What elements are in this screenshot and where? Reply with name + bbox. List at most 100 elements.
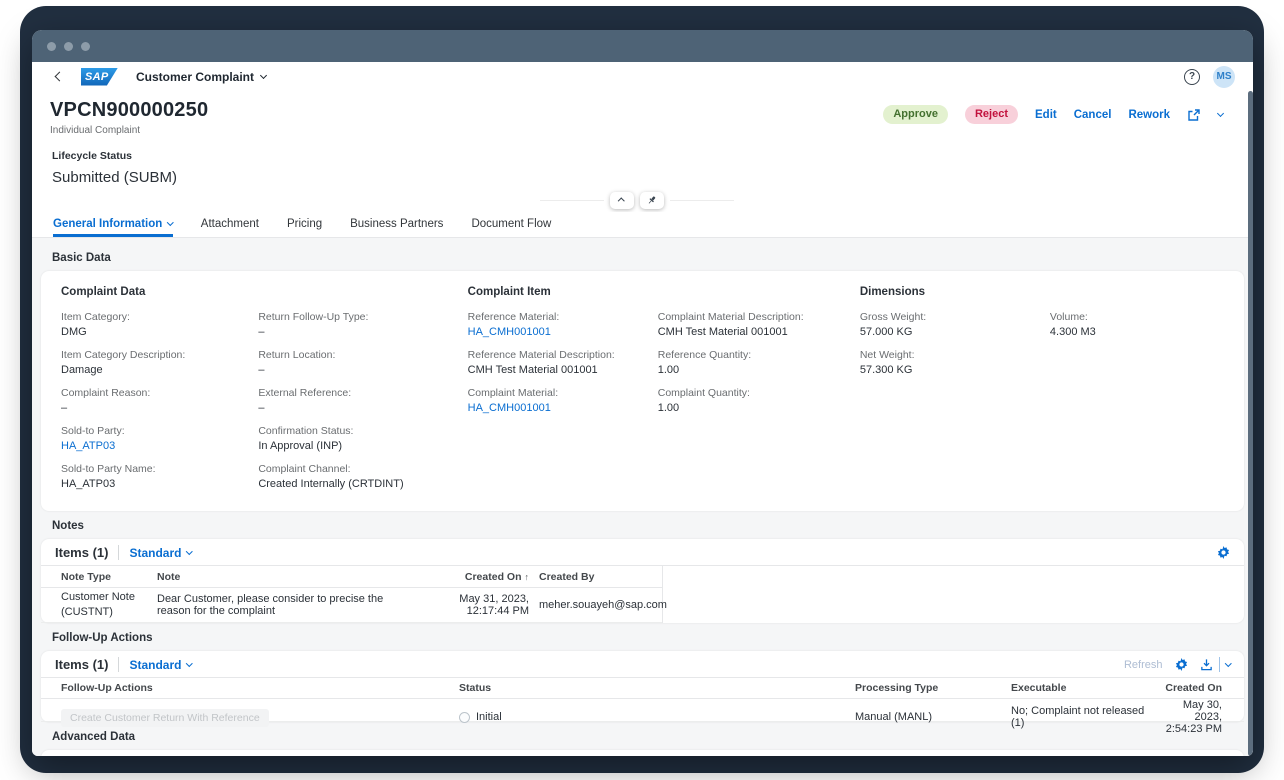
followup-card: Items (1) Standard Refresh [41,651,1244,722]
field-item-category-description: Item Category Description: Damage [61,349,240,376]
edit-button[interactable]: Edit [1035,109,1057,121]
group-complaint-data: Complaint Data Item Category: DMG Item C… [61,286,438,501]
traffic-light-maximize[interactable] [81,42,90,51]
column-header-note-type[interactable]: Note Type [61,571,147,583]
tab-pricing[interactable]: Pricing [287,218,322,237]
app-title-menu[interactable]: Customer Complaint [136,70,266,84]
column-header-note[interactable]: Note [157,571,407,583]
followup-settings-button[interactable] [1175,658,1188,671]
tab-label: Document Flow [471,218,551,230]
share-icon [1187,108,1201,122]
chevron-down-icon [187,660,193,666]
chevron-down-icon [260,71,267,78]
lifecycle-status-value: Submitted (SUBM) [52,169,1223,186]
basic-data-card: Complaint Data Item Category: DMG Item C… [41,271,1244,511]
group-title: Complaint Data [61,286,438,298]
help-button[interactable]: ? [1184,69,1200,85]
export-button[interactable] [1200,657,1231,672]
rework-button[interactable]: Rework [1128,109,1170,121]
create-customer-return-button[interactable]: Create Customer Return With Reference [61,709,269,727]
column-header-followup-actions[interactable]: Follow-Up Actions [61,682,451,694]
question-icon: ? [1189,71,1195,82]
section-title-notes: Notes [52,520,1244,532]
tab-attachment[interactable]: Attachment [201,218,259,237]
reference-material-link[interactable]: HA_CMH001001 [468,326,640,338]
tab-general-information[interactable]: General Information [53,218,173,237]
window-titlebar [32,30,1253,62]
status-cell-text: Initial [476,711,502,723]
collapse-header-button[interactable] [610,192,634,209]
traffic-light-minimize[interactable] [64,42,73,51]
share-button[interactable] [1187,108,1201,122]
field-net-weight: Net Weight: 57.300 KG [860,349,1032,376]
followup-view-selector[interactable]: Standard [129,658,192,672]
reject-button[interactable]: Reject [965,105,1018,124]
notes-settings-button[interactable] [1217,546,1230,559]
note-type-cell: Customer Note (CUSTNT) [61,590,147,620]
sold-to-party-link[interactable]: HA_ATP03 [61,440,240,452]
vertical-scrollbar[interactable] [1248,91,1253,756]
divider [118,657,119,672]
divider [118,545,119,560]
column-header-created-on[interactable]: Created On [1164,682,1222,694]
notes-table: Note Type Note Created On↑ Created By Cu… [41,566,663,623]
tab-business-partners[interactable]: Business Partners [350,218,443,237]
column-header-executable[interactable]: Executable [1011,682,1156,694]
page-title: VPCN900000250 [50,99,208,122]
notes-items-count: Items (1) [55,545,108,560]
column-header-processing-type[interactable]: Processing Type [855,682,1003,694]
tab-label: Pricing [287,218,322,230]
tab-bar: General Information Attachment Pricing B… [32,212,1253,238]
traffic-light-close[interactable] [47,42,56,51]
chevron-left-icon [55,72,65,82]
followup-table-row: Create Customer Return With Reference In… [41,699,1244,722]
chevron-down-icon [167,219,173,225]
note-text-cell: Dear Customer, please consider to precis… [157,593,407,617]
export-icon [1200,658,1213,671]
back-button[interactable] [56,73,63,80]
group-title: Dimensions [860,286,1222,298]
approve-button[interactable]: Approve [883,105,948,124]
field-reference-quantity: Reference Quantity: 1.00 [658,349,830,376]
field-return-location: Return Location: – [258,349,437,376]
field-reference-material-description: Reference Material Description: CMH Test… [468,349,640,376]
advanced-data-card: Organization Data Sales Organization: 00… [41,750,1244,756]
tab-document-flow[interactable]: Document Flow [471,218,551,237]
tab-label: Business Partners [350,218,443,230]
created-by-cell: meher.souayeh@sap.com [539,599,667,611]
view-label: Standard [129,658,181,672]
notes-view-selector[interactable]: Standard [129,546,192,560]
refresh-button[interactable]: Refresh [1124,659,1163,671]
field-volume: Volume: 4.300 M3 [1050,311,1222,338]
pin-icon [646,195,657,206]
followup-toolbar: Items (1) Standard Refresh [41,651,1244,678]
created-on-cell: May 31, 2023, 12:17:44 PM [417,593,529,617]
header-collapse-controls [50,188,1223,212]
field-item-category: Item Category: DMG [61,311,240,338]
sap-logo-text: SAP [85,71,109,83]
column-header-created-on[interactable]: Created On↑ [417,571,529,583]
lifecycle-status-label: Lifecycle Status [52,150,1223,162]
sort-ascending-icon: ↑ [525,572,530,582]
cancel-button[interactable]: Cancel [1074,109,1112,121]
gear-icon [1217,546,1230,559]
processing-type-cell: Manual (MANL) [855,711,1003,723]
user-avatar[interactable]: MS [1213,66,1235,88]
complaint-material-link[interactable]: HA_CMH001001 [468,402,640,414]
field-complaint-material: Complaint Material: HA_CMH001001 [468,387,640,414]
pin-header-button[interactable] [640,192,664,209]
chevron-down-icon [1217,109,1224,116]
column-header-created-by[interactable]: Created By [539,571,662,583]
header-overflow-button[interactable] [1218,114,1223,116]
status-initial-icon [459,712,470,723]
field-complaint-material-description: Complaint Material Description: CMH Test… [658,311,830,338]
chevron-down-icon [1225,660,1231,666]
field-return-follow-up-type: Return Follow-Up Type: – [258,311,437,338]
divider [1219,657,1220,672]
field-gross-weight: Gross Weight: 57.000 KG [860,311,1032,338]
group-dimensions: Dimensions Gross Weight: 57.000 KG Net W… [860,286,1222,501]
group-title: Complaint Item [468,286,830,298]
sap-logo: SAP [81,68,118,86]
column-header-status[interactable]: Status [459,682,847,694]
field-complaint-channel: Complaint Channel: Created Internally (C… [258,463,437,490]
